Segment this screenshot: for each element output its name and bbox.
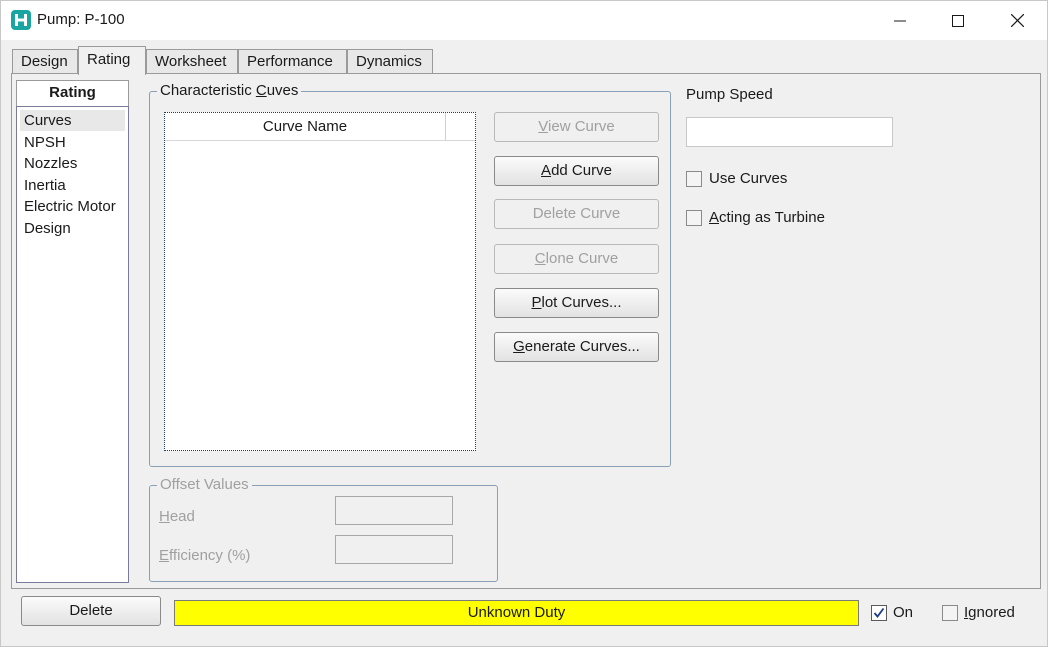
clone-curve-button[interactable]: Clone Curve	[494, 244, 659, 274]
sidebar-item-electric-motor[interactable]: Electric Motor	[20, 196, 125, 217]
curve-list-table[interactable]: Curve Name	[164, 112, 476, 451]
use-curves-label: Use Curves	[709, 170, 788, 187]
checkmark-icon	[873, 607, 885, 618]
pump-speed-input[interactable]	[686, 117, 893, 147]
ignored-label: Ignored	[964, 604, 1015, 621]
efficiency-input[interactable]	[335, 535, 453, 564]
use-curves-checkbox[interactable]	[686, 171, 702, 187]
minimize-icon	[894, 20, 906, 21]
generate-curves-button[interactable]: Generate Curves...	[494, 332, 659, 362]
characteristic-curves-legend: Characteristic Cuves	[157, 82, 302, 100]
curve-name-column-header[interactable]: Curve Name	[165, 113, 446, 141]
close-button[interactable]	[988, 1, 1046, 40]
offset-values-legend: Offset Values	[157, 476, 252, 494]
add-curve-button[interactable]: Add Curve	[494, 156, 659, 186]
plot-curves-button[interactable]: Plot Curves...	[494, 288, 659, 318]
ignored-checkbox[interactable]	[942, 605, 958, 621]
sidebar-item-npsh[interactable]: NPSH	[20, 132, 125, 153]
app-logo-icon	[11, 10, 31, 30]
window-title: Pump: P-100	[37, 11, 125, 28]
tab-dynamics[interactable]: Dynamics	[347, 49, 433, 74]
sidebar-item-nozzles[interactable]: Nozzles	[20, 153, 125, 174]
tab-design[interactable]: Design	[12, 49, 78, 74]
status-bar: Unknown Duty	[174, 600, 859, 626]
on-label: On	[893, 604, 914, 621]
sidebar-item-inertia[interactable]: Inertia	[20, 175, 125, 196]
sidebar-header: Rating	[16, 80, 129, 106]
efficiency-label: Efficiency (%)	[159, 547, 251, 564]
maximize-icon	[952, 14, 964, 27]
pump-window: Pump: P-100 Design Rating Worksheet Perf…	[0, 0, 1048, 647]
sidebar-item-curves[interactable]: Curves	[20, 110, 125, 131]
minimize-button[interactable]	[871, 1, 929, 40]
curve-table-header: Curve Name	[165, 113, 475, 141]
on-checkbox[interactable]	[871, 605, 887, 621]
close-icon	[1010, 14, 1024, 27]
sidebar-item-design[interactable]: Design	[20, 218, 125, 239]
head-input[interactable]	[335, 496, 453, 525]
maximize-button[interactable]	[929, 1, 987, 40]
title-bar: Pump: P-100	[1, 1, 1047, 40]
head-label: Head	[159, 508, 195, 525]
view-curve-button[interactable]: View Curve	[494, 112, 659, 142]
acting-as-turbine-label: Acting as Turbine	[709, 209, 825, 226]
delete-button[interactable]: Delete	[21, 596, 161, 626]
acting-as-turbine-checkbox[interactable]	[686, 210, 702, 226]
tab-worksheet[interactable]: Worksheet	[146, 49, 238, 74]
sidebar-list: Curves NPSH Nozzles Inertia Electric Mot…	[16, 106, 129, 583]
tab-performance[interactable]: Performance	[238, 49, 347, 74]
pump-speed-label: Pump Speed	[686, 86, 773, 103]
tab-rating[interactable]: Rating	[78, 46, 146, 75]
delete-curve-button[interactable]: Delete Curve	[494, 199, 659, 229]
